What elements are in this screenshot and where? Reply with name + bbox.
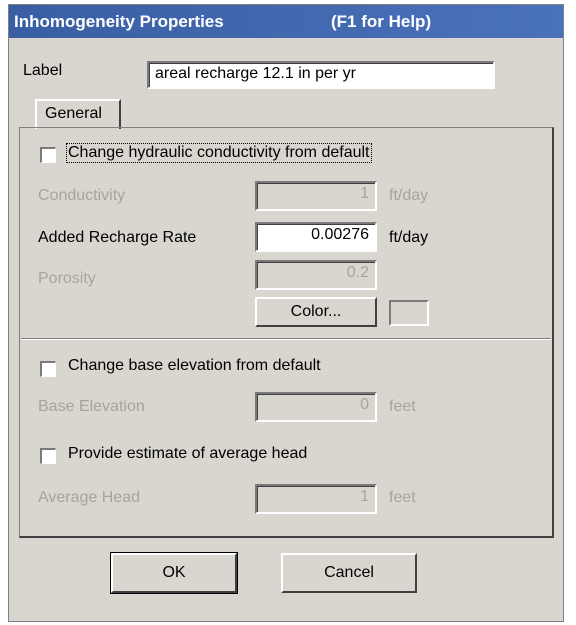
recharge-rate-value: 0.00276 xyxy=(311,226,369,243)
help-hint: (F1 for Help) xyxy=(331,12,432,31)
average-head-unit: feet xyxy=(389,489,416,506)
average-head-input[interactable]: 1 xyxy=(255,484,377,514)
window-title: Inhomogeneity Properties xyxy=(14,12,224,31)
base-elevation-input[interactable]: 0 xyxy=(255,392,377,422)
ok-button[interactable]: OK xyxy=(110,552,238,594)
base-elevation-unit: feet xyxy=(389,398,416,415)
recharge-rate-unit: ft/day xyxy=(389,229,429,246)
conductivity-unit: ft/day xyxy=(389,187,429,204)
provide-average-head-label[interactable]: Provide estimate of average head xyxy=(68,445,307,463)
recharge-rate-label: Added Recharge Rate xyxy=(38,229,197,246)
cancel-button-label: Cancel xyxy=(324,564,374,581)
base-elevation-label: Base Elevation xyxy=(38,398,145,415)
cancel-button[interactable]: Cancel xyxy=(281,553,417,593)
average-head-value: 1 xyxy=(360,488,369,505)
section-divider xyxy=(21,338,551,339)
porosity-label: Porosity xyxy=(38,270,96,287)
average-head-label: Average Head xyxy=(38,489,140,506)
tab-general-label: General xyxy=(45,105,102,122)
change-base-elevation-checkbox[interactable] xyxy=(40,361,56,377)
color-button[interactable]: Color... xyxy=(255,297,377,327)
label-input-value: areal recharge 12.1 in per yr xyxy=(155,65,356,82)
ok-button-label: OK xyxy=(162,564,186,581)
change-conductivity-checkbox[interactable] xyxy=(40,147,56,163)
conductivity-value: 1 xyxy=(360,185,369,202)
change-base-elevation-label[interactable]: Change base elevation from default xyxy=(68,357,321,375)
porosity-input[interactable]: 0.2 xyxy=(255,260,377,290)
inhomogeneity-properties-dialog: Inhomogeneity Properties (F1 for Help) L… xyxy=(8,4,564,622)
title-bar[interactable]: Inhomogeneity Properties (F1 for Help) xyxy=(9,5,563,38)
base-elevation-value: 0 xyxy=(360,396,369,413)
recharge-rate-input[interactable]: 0.00276 xyxy=(255,222,377,252)
label-field-label: Label xyxy=(23,62,63,79)
color-button-label: Color... xyxy=(290,303,342,320)
change-conductivity-label[interactable]: Change hydraulic conductivity from defau… xyxy=(66,143,372,163)
porosity-value: 0.2 xyxy=(346,264,369,281)
provide-average-head-checkbox[interactable] xyxy=(40,448,56,464)
color-swatch xyxy=(389,300,429,326)
conductivity-input[interactable]: 1 xyxy=(255,181,377,211)
label-input[interactable]: areal recharge 12.1 in per yr xyxy=(147,61,495,89)
tab-general[interactable]: General xyxy=(35,99,121,129)
conductivity-label: Conductivity xyxy=(38,187,126,204)
